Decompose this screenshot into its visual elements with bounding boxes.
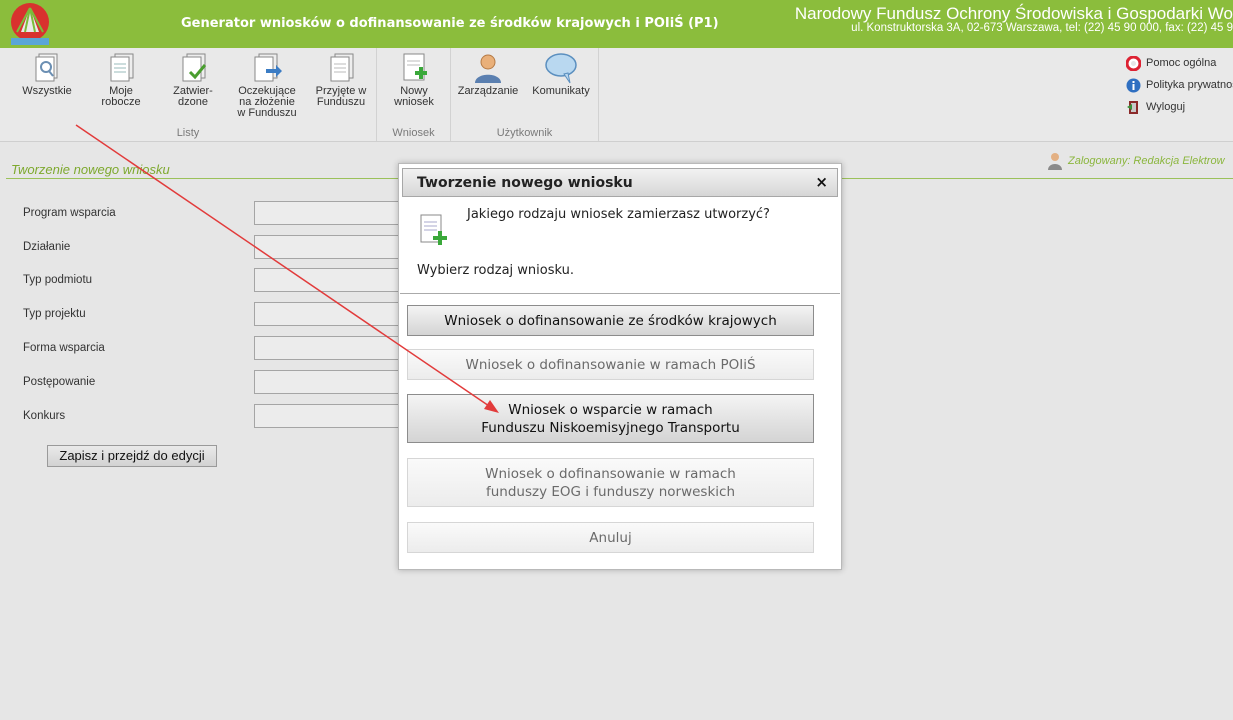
form-label: Typ projektu — [23, 308, 86, 320]
toolbar-button-label: Nowy wniosek — [394, 85, 434, 108]
action-field[interactable] — [254, 235, 404, 259]
form-label: Konkurs — [23, 410, 66, 422]
side-links: Pomoc ogólna Polityka prywatności Wylogu… — [1126, 52, 1233, 118]
toolbar-button-label: Wszystkie — [22, 85, 72, 97]
search-doc-icon — [35, 53, 58, 82]
toolbar-button-my-drafts[interactable]: Moje robocze — [96, 52, 146, 108]
form-label: Forma wsparcia — [23, 342, 105, 354]
dialog-title: Tworzenie nowego wniosku — [417, 175, 633, 191]
new-application-dialog: Tworzenie nowego wniosku × Jakiego rodza… — [398, 163, 842, 570]
help-link[interactable]: Pomoc ogólna — [1126, 52, 1233, 74]
toolbar-button-approved[interactable]: Zatwier- dzone — [166, 52, 220, 108]
form-label: Działanie — [23, 241, 71, 253]
app-header: Generator wniosków o dofinansowanie ze ś… — [0, 0, 1233, 48]
toolbar-button-label: Zarządzanie — [457, 85, 519, 97]
toolbar-button-label: Komunikaty — [532, 85, 590, 97]
logged-in-text: Zalogowany: Redakcja Elektrow — [1068, 155, 1225, 167]
organization-name: Narodowy Fundusz Ochrony Środowiska i Go… — [794, 4, 1233, 23]
form-label: Postępowanie — [23, 376, 96, 388]
option-poiis-button[interactable]: Wniosek o dofinansowanie w ramach POIiŚ — [407, 349, 814, 380]
project-type-field[interactable] — [254, 302, 404, 326]
procedure-field[interactable] — [254, 370, 404, 394]
dialog-header: Tworzenie nowego wniosku × — [402, 168, 838, 197]
option-national-funds-button[interactable]: Wniosek o dofinansowanie ze środków kraj… — [407, 305, 814, 336]
form-label: Typ podmiotu — [23, 274, 93, 286]
entity-type-field[interactable] — [254, 268, 404, 292]
organization-address: ul. Konstruktorska 3A, 02-673 Warszawa, … — [851, 22, 1233, 34]
docs-icon — [110, 53, 134, 82]
toolbar-group-label: Listy — [176, 127, 200, 139]
side-link-label: Polityka prywatności — [1146, 79, 1233, 91]
privacy-policy-link[interactable]: Polityka prywatności — [1126, 74, 1233, 96]
cancel-button[interactable]: Anuluj — [407, 522, 814, 553]
toolbar-button-label: Oczekujące na złożenie w Funduszu — [237, 85, 297, 119]
ribbon-toolbar: Listy Wniosek Użytkownik Wszystkie Moje … — [0, 48, 1233, 142]
program-field[interactable] — [254, 201, 404, 225]
support-form-field[interactable] — [254, 336, 404, 360]
new-doc-icon — [403, 53, 427, 81]
toolbar-button-accepted[interactable]: Przyjęte w Funduszu — [311, 52, 371, 108]
toolbar-button-messages[interactable]: Komunikaty — [528, 52, 594, 97]
info-icon — [1126, 78, 1141, 92]
option-eea-norway-funds-button[interactable]: Wniosek o dofinansowanie w ramach fundus… — [407, 458, 814, 507]
toolbar-button-new-application[interactable]: Nowy wniosek — [388, 52, 440, 108]
accepted-doc-icon — [330, 53, 354, 82]
toolbar-group-label: Użytkownik — [496, 127, 553, 139]
dialog-hint: Wybierz rodzaj wniosku. — [417, 263, 574, 278]
toolbar-button-label: Moje robocze — [101, 85, 141, 108]
dialog-divider — [400, 293, 840, 294]
toolbar-button-label: Przyjęte w Funduszu — [315, 85, 367, 108]
option-low-emission-transport-button[interactable]: Wniosek o wsparcie w ramach Funduszu Nis… — [407, 394, 814, 443]
section-title: Tworzenie nowego wniosku — [11, 162, 170, 177]
approved-doc-icon — [182, 53, 207, 82]
speech-bubble-icon — [545, 53, 577, 84]
send-doc-icon — [254, 53, 282, 82]
toolbar-button-all[interactable]: Wszystkie — [18, 52, 76, 97]
nfosigw-logo[interactable] — [9, 2, 51, 46]
lifebuoy-icon — [1126, 55, 1141, 71]
close-icon[interactable]: × — [815, 174, 828, 190]
toolbar-button-pending[interactable]: Oczekujące na złożenie w Funduszu — [234, 52, 300, 119]
contest-field[interactable] — [254, 404, 404, 428]
user-icon — [1048, 153, 1062, 170]
new-doc-icon — [420, 214, 447, 245]
dialog-question: Jakiego rodzaju wniosek zamierzasz utwor… — [467, 207, 770, 222]
app-title: Generator wniosków o dofinansowanie ze ś… — [181, 16, 719, 31]
logout-link[interactable]: Wyloguj — [1126, 96, 1233, 118]
toolbar-button-management[interactable]: Zarządzanie — [455, 52, 521, 97]
toolbar-group-label: Wniosek — [392, 127, 435, 139]
logged-in-indicator: Zalogowany: Redakcja Elektrow — [1046, 152, 1225, 170]
logout-icon — [1127, 100, 1138, 114]
side-link-label: Pomoc ogólna — [1146, 57, 1217, 69]
side-link-label: Wyloguj — [1146, 101, 1186, 113]
toolbar-button-label: Zatwier- dzone — [173, 85, 213, 108]
save-and-edit-button[interactable]: Zapisz i przejdź do edycji — [47, 445, 217, 467]
form-label: Program wsparcia — [23, 207, 116, 219]
user-icon — [475, 54, 501, 83]
